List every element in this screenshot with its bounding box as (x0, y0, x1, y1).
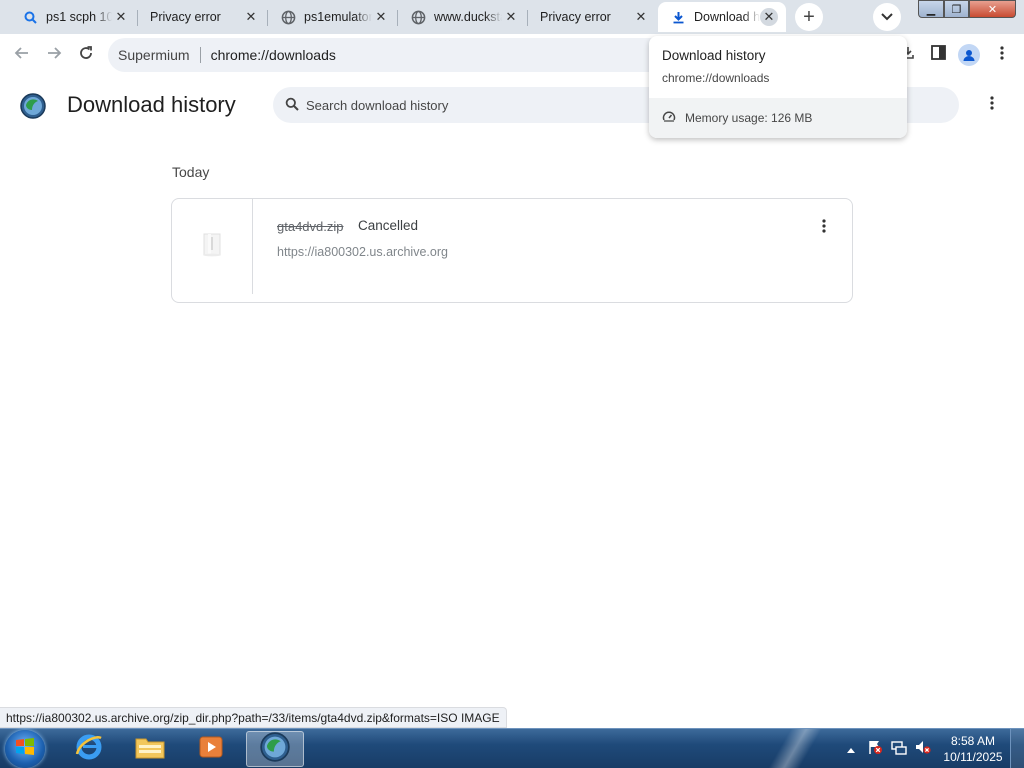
search-placeholder: Search download history (306, 97, 449, 113)
forward-arrow-icon (46, 45, 62, 66)
hover-card-title: Download history (662, 48, 766, 63)
side-panel-icon (930, 45, 946, 65)
hover-card-memory: Memory usage: 126 MB (649, 98, 907, 138)
download-status: Cancelled (358, 218, 419, 233)
tab-title: ps1emulator (304, 10, 372, 24)
tab-title: ps1 scph 1001 (46, 10, 112, 24)
tab-privacy-error-2[interactable]: Privacy error ✕ (528, 2, 658, 32)
show-hidden-icons-button[interactable] (844, 735, 858, 763)
site-chip: Supermium (118, 47, 190, 63)
flag-error-icon (867, 739, 883, 760)
clock-date: 10/11/2025 (943, 750, 1003, 764)
download-item-menu-button[interactable] (816, 218, 832, 238)
page-title: Download history (67, 92, 236, 117)
network-icon (891, 739, 907, 760)
tab-hover-card: Download history chrome://downloads Memo… (649, 36, 907, 138)
tab-ps1-search[interactable]: ps1 scph 1001 ✕ (10, 2, 138, 32)
tab-title: www.duckstation (434, 10, 502, 24)
tab-close-button[interactable]: ✕ (112, 8, 130, 26)
internet-explorer-icon (74, 732, 104, 767)
maximize-button[interactable]: ❐ (944, 0, 969, 18)
tab-title: Download history (694, 10, 760, 24)
windows-logo-icon (15, 737, 35, 762)
tab-title: Privacy error (150, 10, 221, 24)
taskbar-clock[interactable]: 8:58 AM 10/11/2025 (940, 733, 1006, 765)
address-bar[interactable]: Supermium chrome://downloads (108, 38, 668, 72)
taskbar-file-explorer[interactable] (121, 731, 179, 767)
taskbar-supermium-browser[interactable] (246, 731, 304, 767)
file-icon (197, 229, 227, 264)
link-status-bubble: https://ia800302.us.archive.org/zip_dir.… (0, 707, 507, 728)
date-heading: Today (172, 164, 210, 180)
downloads-page-menu-button[interactable] (982, 93, 1002, 117)
volume-tray-icon[interactable] (912, 735, 934, 763)
back-arrow-icon (14, 45, 30, 66)
back-button[interactable] (9, 42, 35, 68)
new-tab-button[interactable]: + (795, 3, 823, 31)
media-player-icon (197, 733, 225, 766)
file-icon-column (172, 199, 253, 294)
memory-gauge-icon (662, 110, 676, 127)
download-filename[interactable]: gta4dvd.zip (277, 219, 344, 234)
search-icon (22, 9, 38, 25)
tab-close-button[interactable]: ✕ (632, 8, 650, 26)
download-item: gta4dvd.zip Cancelled https://ia800302.u… (171, 198, 853, 303)
tab-duckstation[interactable]: www.duckstation ✕ (398, 2, 528, 32)
kebab-menu-icon (990, 95, 994, 115)
minimize-button[interactable]: ▁ (918, 0, 944, 18)
taskbar-media-player[interactable] (182, 731, 240, 767)
browser-menu-button[interactable] (992, 43, 1012, 67)
address-url[interactable]: chrome://downloads (211, 47, 336, 63)
tab-search-button[interactable] (873, 3, 901, 31)
avatar-icon (958, 44, 980, 66)
up-arrow-icon (847, 740, 855, 758)
supermium-logo-icon (260, 731, 290, 767)
close-window-button[interactable]: ✕ (969, 0, 1016, 18)
tab-close-button[interactable]: ✕ (502, 8, 520, 26)
supermium-logo-icon (20, 93, 46, 119)
kebab-menu-icon (1000, 45, 1004, 65)
search-icon (285, 97, 299, 114)
forward-button[interactable] (41, 42, 67, 68)
reload-button[interactable] (73, 42, 99, 68)
hover-card-url: chrome://downloads (662, 71, 770, 85)
network-tray-icon[interactable] (888, 735, 910, 763)
kebab-menu-icon (822, 218, 826, 238)
profile-button[interactable] (957, 43, 981, 67)
download-origin-link[interactable]: https://ia800302.us.archive.org (277, 245, 448, 259)
globe-icon (410, 9, 426, 25)
download-icon (670, 9, 686, 25)
tab-close-button[interactable]: ✕ (372, 8, 390, 26)
chevron-down-icon (881, 8, 893, 26)
taskbar-internet-explorer[interactable] (60, 731, 118, 767)
taskbar-glass-highlight (760, 729, 840, 768)
tab-privacy-error-1[interactable]: Privacy error ✕ (138, 2, 268, 32)
tab-download-history[interactable]: Download history ✕ (658, 2, 786, 32)
downloads-page: Download history Search download history… (0, 76, 1024, 728)
tab-ps1emulator[interactable]: ps1emulator ✕ (268, 2, 398, 32)
tab-close-button[interactable]: ✕ (760, 8, 778, 26)
tab-strip: ps1 scph 1001 ✕ Privacy error ✕ ps1emula… (0, 0, 1024, 34)
action-center-tray-icon[interactable] (864, 735, 886, 763)
tab-title: Privacy error (540, 10, 611, 24)
reload-icon (78, 45, 94, 66)
side-panel-button[interactable] (926, 43, 950, 67)
memory-usage-text: Memory usage: 126 MB (685, 111, 813, 125)
window-controls: ▁ ❐ ✕ (918, 0, 1020, 20)
globe-icon (280, 9, 296, 25)
show-desktop-button[interactable] (1010, 729, 1024, 768)
omnibox-divider (199, 47, 201, 63)
start-button[interactable] (5, 730, 45, 768)
tab-close-button[interactable]: ✕ (242, 8, 260, 26)
folder-icon (134, 733, 166, 766)
taskbar: 8:58 AM 10/11/2025 (0, 728, 1024, 768)
clock-time: 8:58 AM (950, 734, 996, 748)
volume-muted-icon (915, 739, 931, 760)
